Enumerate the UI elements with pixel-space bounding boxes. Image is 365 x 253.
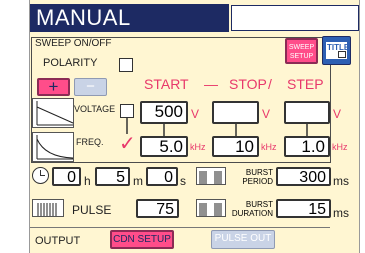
timer-hours-field[interactable]: 0 [52,167,81,186]
output-label: OUTPUT [35,235,81,247]
start-stop-dash: — [204,76,218,92]
stop-step-slash: / [268,76,272,92]
timer-seconds-unit: s [180,174,186,188]
burst-period-icon [196,167,226,185]
divider [30,227,330,228]
title-display-box [231,5,359,31]
title-button[interactable]: TITLE [322,36,351,65]
voltage-graph-icon [32,98,74,128]
freq-step-unit: kHz [332,142,348,152]
voltage-label: VOLTAGE [74,104,116,114]
pulse-field[interactable]: 75 [136,199,179,218]
step-header: STEP [287,76,324,92]
freq-stop-field[interactable]: 10 [212,136,259,157]
timer-icon [32,167,49,184]
pulse-icon [32,199,64,217]
page-title: MANUAL [36,5,131,30]
burst-period-unit: ms [333,174,349,188]
freq-start-unit: kHz [190,142,206,152]
burst-duration-unit: ms [333,206,349,220]
polarity-minus-button[interactable]: − [74,78,107,96]
pulse-out-button[interactable]: PULSE OUT [211,230,275,249]
freq-checkmark-icon[interactable]: ✓ [119,134,136,154]
burst-duration-label: BURST DURATION [231,200,273,218]
stop-header: STOP [229,76,267,92]
polarity-plus-button[interactable]: + [37,78,70,96]
timer-seconds-field[interactable]: 0 [146,167,178,186]
freq-start-field[interactable]: 5.0 [140,136,188,157]
burst-period-field[interactable]: 300 [276,167,331,186]
timer-hours-unit: h [84,174,91,188]
sweep-setup-button[interactable]: SWEEP SETUP [285,38,318,64]
title-icon: TITLE [326,42,349,59]
voltage-checkbox[interactable] [120,104,134,118]
start-header: START [144,76,189,92]
burst-duration-icon [196,199,226,217]
timer-minutes-field[interactable]: 5 [95,167,130,186]
connector-lines [126,118,308,136]
freq-step-field[interactable]: 1.0 [284,136,330,157]
burst-duration-field[interactable]: 15 [276,199,331,218]
polarity-label: POLARITY [43,57,98,69]
freq-stop-unit: kHz [261,142,277,152]
burst-period-label: BURST PERIOD [242,168,273,186]
cdn-setup-button[interactable]: CDN SETUP [110,230,174,249]
freq-graph-icon [32,132,74,162]
timer-minutes-unit: m [133,174,143,188]
freq-label: FREQ. [76,137,104,147]
pulse-label: PULSE [72,203,112,217]
arrow-box-icon [338,51,346,58]
sweep-on-off-label: SWEEP ON/OFF [34,38,113,49]
polarity-checkbox[interactable] [119,58,133,72]
